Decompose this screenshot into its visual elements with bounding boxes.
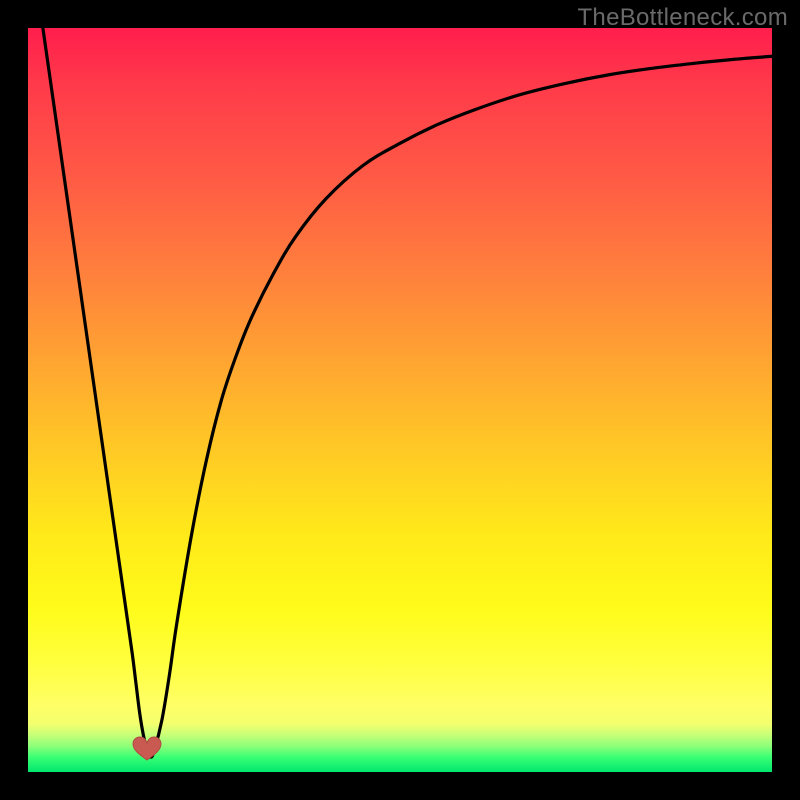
bottleneck-curve: [43, 28, 772, 757]
plot-area: [28, 28, 772, 772]
chart-frame: TheBottleneck.com: [0, 0, 800, 800]
heart-icon: [130, 733, 164, 763]
curve-layer: [28, 28, 772, 772]
